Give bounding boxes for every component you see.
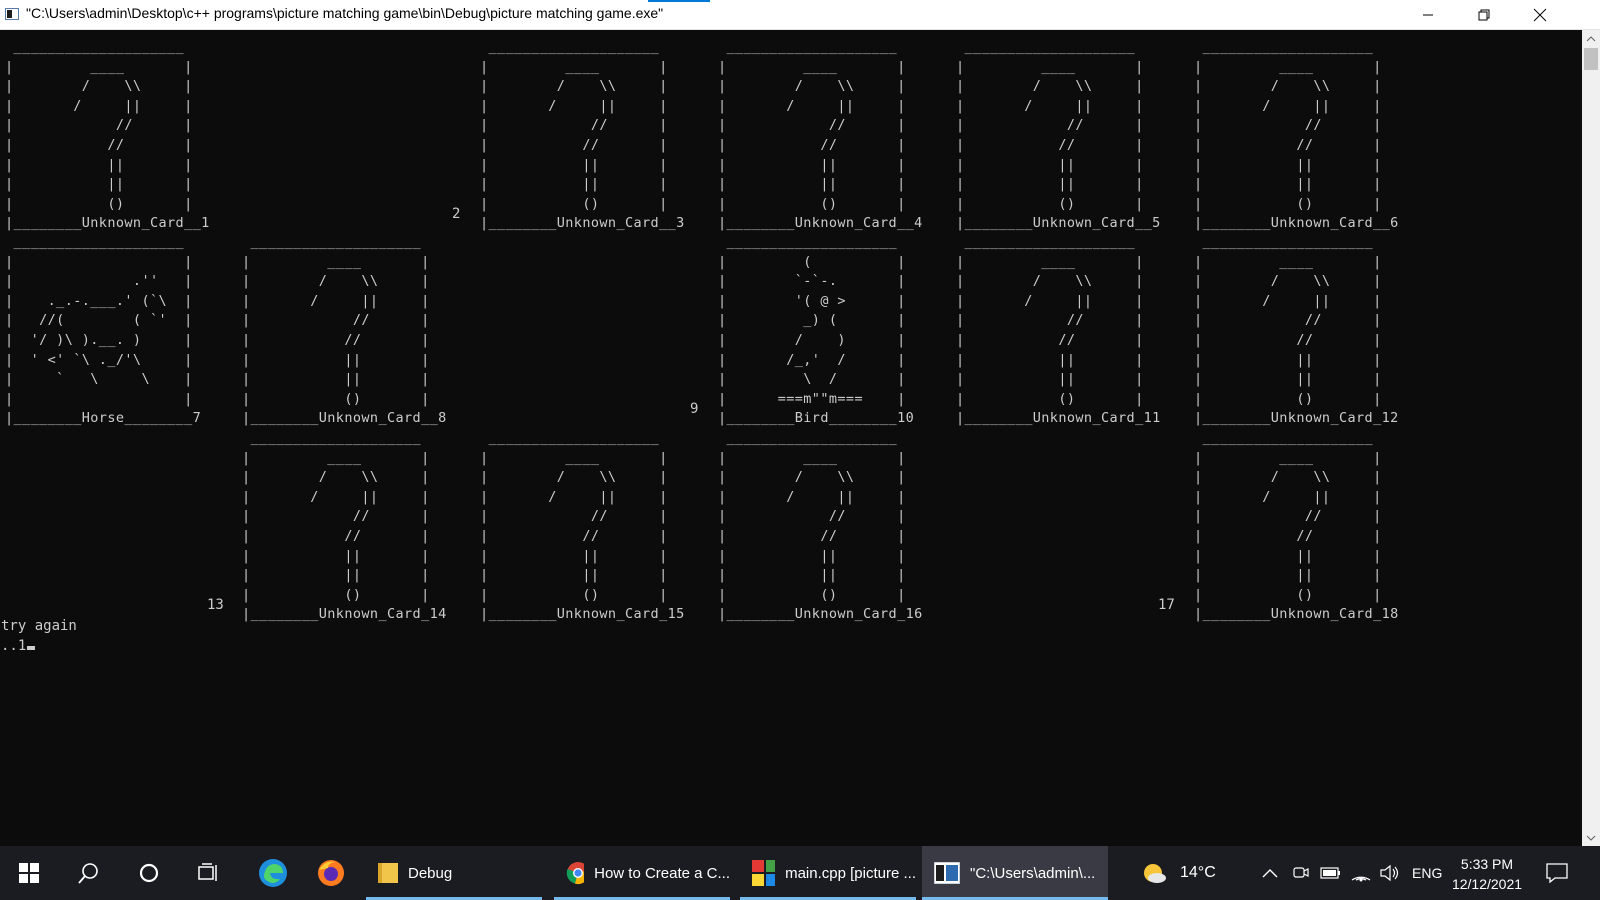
matched-card-number: 17 [1158,597,1175,613]
clock-date: 12/12/2021 [1451,876,1523,892]
scroll-up-button[interactable] [1582,30,1600,47]
game-card: ____________________ | ____ | | / \\ | |… [1194,39,1399,232]
game-card: ____________________ | ( | | `-`-. | | '… [718,234,915,427]
scroll-thumb[interactable] [1584,48,1598,70]
taskbar-app-debug[interactable]: Debug [366,846,542,900]
game-card: ____________________ | ____ | | / \\ | |… [1194,430,1399,623]
game-card: ____________________ | ____ | | / \\ | |… [242,234,447,427]
chevron-down-icon [1586,835,1596,841]
title-accent-line [648,0,710,2]
game-card: ____________________ | ____ | | / \\ | |… [956,234,1161,427]
status-message: try again [1,618,77,634]
start-button[interactable] [0,846,58,900]
taskbar-app-chrome[interactable]: How to Create a C... [554,846,730,900]
search-icon [78,863,98,884]
chrome-icon [566,862,585,884]
battery-charging-icon [1320,867,1340,879]
action-center-button[interactable] [1546,846,1568,900]
game-card: ____________________ | ____ | | / \\ | |… [480,39,685,232]
text-cursor [27,646,36,650]
game-card: ____________________ | ____ | | / \\ | |… [5,39,210,232]
restore-button[interactable] [1456,0,1512,29]
edge-button[interactable] [244,846,302,900]
volume-icon [1380,864,1399,882]
matched-card-number: 2 [452,206,461,222]
battery-indicator[interactable] [1320,846,1342,900]
weather-widget[interactable]: 14°C [1140,846,1216,900]
console-output[interactable]: try again ..1 ____________________ | ___… [0,30,1582,846]
taskbar: Debug How to Create a C... main.cpp [pic… [0,846,1600,900]
network-indicator[interactable] [1350,846,1372,900]
codeblocks-icon [752,860,776,886]
notifications-icon [1546,863,1568,883]
weather-partly-cloudy-icon [1144,864,1166,883]
task-view-icon [198,863,217,881]
console-icon [934,862,960,884]
matched-card-number: 9 [690,401,699,417]
edge-icon [259,859,287,887]
game-card: ____________________ | ____ | | / \\ | |… [480,430,685,623]
matched-card-number: 13 [207,597,224,613]
system-clock[interactable]: 5:33 PM 12/12/2021 [1442,854,1532,894]
language-label: ENG [1412,865,1443,881]
close-button[interactable] [1512,0,1568,29]
firefox-icon [318,860,344,886]
window-title: "C:\Users\admin\Desktop\c++ programs\pic… [26,5,664,21]
game-card: ____________________ | ____ | | / \\ | |… [718,39,923,232]
prompt-text: ..1 [1,638,27,654]
weather-temperature: 14°C [1180,864,1216,881]
wifi-icon [1351,876,1371,882]
taskbar-app-label: "C:\Users\admin\... [970,864,1096,882]
taskbar-app-label: How to Create a C... [594,864,730,882]
game-card: ____________________ | ____ | | / \\ | |… [956,39,1161,232]
meet-now-icon [1293,867,1309,878]
game-card: ____________________ | ____ | | / \\ | |… [718,430,923,623]
taskbar-app-label: Debug [408,864,453,882]
folder-icon [378,863,398,883]
input-prompt[interactable]: ..1 [1,638,36,654]
minimize-icon [1423,14,1433,15]
cortana-icon [139,863,159,883]
minimize-button[interactable] [1400,0,1456,29]
chevron-up-icon [1586,35,1596,41]
task-view-button[interactable] [180,846,238,900]
vertical-scrollbar[interactable] [1582,30,1600,846]
restore-icon [1478,9,1490,20]
meet-now-button[interactable] [1292,846,1310,900]
title-bar: "C:\Users\admin\Desktop\c++ programs\pic… [0,0,1600,30]
scroll-down-button[interactable] [1582,829,1600,846]
search-button[interactable] [60,846,118,900]
taskbar-app-codeblocks[interactable]: main.cpp [picture ... [740,846,916,900]
windows-logo-icon [19,863,39,883]
game-card: ____________________ | ____ | | / \\ | |… [1194,234,1399,427]
close-icon [1533,8,1547,21]
game-card: ____________________ | ____ | | / \\ | |… [242,430,447,623]
taskbar-app-label: main.cpp [picture ... [785,864,916,882]
console-app-icon[interactable] [5,8,19,20]
cortana-button[interactable] [120,846,178,900]
firefox-button[interactable] [302,846,360,900]
game-card: ____________________ | | | .'' | | ._.-.… [5,234,202,427]
volume-control[interactable] [1380,846,1400,900]
chevron-up-icon [1262,869,1278,878]
taskbar-app-console[interactable]: "C:\Users\admin\... [922,846,1108,900]
clock-time: 5:33 PM [1460,856,1514,872]
input-language-button[interactable]: ENG [1412,846,1442,900]
show-hidden-icons-button[interactable] [1262,846,1278,900]
